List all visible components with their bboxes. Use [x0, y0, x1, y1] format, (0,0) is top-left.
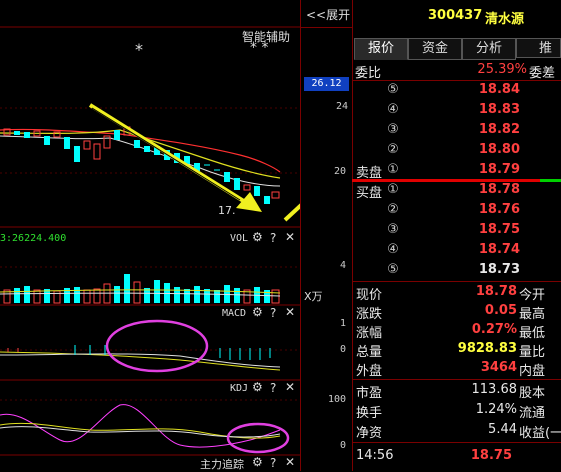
vol-title: VOL — [230, 233, 249, 244]
macd-close-icon[interactable]: ✕ — [285, 305, 295, 319]
sell-price-4[interactable]: 18.83 — [452, 102, 520, 117]
star-marker-single: * — [135, 40, 143, 59]
sell-price-3[interactable]: 18.82 — [452, 122, 520, 137]
sell-level-4: ④ — [387, 102, 399, 117]
vol-value: 3:26224.400 — [0, 233, 67, 244]
tab-analysis[interactable]: 分析 — [462, 38, 516, 60]
axis-kdj-0: 0 — [340, 440, 347, 451]
stat-nav-label: 净资 — [356, 426, 383, 441]
stat-volratio-label: 量比 — [519, 345, 546, 360]
stat-low-label: 最低 — [519, 326, 546, 341]
stat-outer-label: 外盘 — [356, 364, 383, 379]
stat-pct-value: 0.27% — [471, 322, 517, 337]
star-marker-double: * * — [250, 40, 269, 56]
stock-code: 300437 — [428, 8, 483, 23]
axis-tick-20: 20 — [334, 166, 347, 177]
stat-volume-value: 9828.83 — [457, 341, 517, 356]
tick-time: 14:56 — [356, 448, 394, 463]
kdj-help-icon[interactable]: ? — [270, 381, 276, 395]
buy-level-4: ④ — [387, 242, 399, 257]
quote-panel: 300437 清水源 报价 资金 分析 推 委比 25.39% 委差 ⑤ 18.… — [352, 0, 561, 471]
stat-volume-label: 总量 — [356, 345, 383, 360]
buy-price-1[interactable]: 18.78 — [452, 182, 520, 197]
stat-turnover-label: 换手 — [356, 406, 383, 421]
vol-gear-icon[interactable]: ⚙ — [252, 230, 263, 244]
stat-change-value: 0.05 — [484, 303, 517, 318]
kdj-title: KDJ — [230, 383, 249, 394]
kdj-gear-icon[interactable]: ⚙ — [252, 380, 263, 394]
main-force-title: 主力追踪 — [200, 458, 244, 471]
stat-inner-label: 内盘 — [519, 364, 546, 379]
sell-level-5: ⑤ — [387, 82, 399, 97]
stat-pe-label: 市盈 — [356, 386, 383, 401]
kline-chart-area[interactable]: 智能辅助 * * * 17. 3:26224.400 VOL ⚙ ? ✕ MAC… — [0, 0, 300, 471]
stat-current-label: 现价 — [356, 288, 383, 303]
sell-level-2: ② — [387, 142, 399, 157]
buy-price-2[interactable]: 18.76 — [452, 202, 520, 217]
stat-open-label: 今开 — [519, 288, 546, 303]
axis-macd-1: 1 — [340, 318, 347, 329]
axis-current-price: 26.12 — [304, 77, 349, 91]
stock-name: 清水源 — [485, 12, 525, 27]
bid-ask-ratio-bar-green — [540, 179, 561, 182]
main-force-help-icon[interactable]: ? — [270, 456, 276, 470]
stat-shares-label: 股本 — [519, 386, 546, 401]
stat-pe-value: 113.68 — [471, 382, 518, 397]
macd-lines — [0, 345, 281, 371]
stat-change-label: 涨跌 — [356, 307, 383, 322]
buy-price-3[interactable]: 18.75 — [452, 222, 520, 237]
stat-outer-value: 3464 — [480, 360, 517, 375]
kdj-lines — [0, 404, 281, 448]
axis-kdj-100: 100 — [328, 394, 347, 405]
buy-price-5[interactable]: 18.73 — [452, 262, 520, 277]
vol-close-icon[interactable]: ✕ — [285, 230, 295, 244]
buy-price-4[interactable]: 18.74 — [452, 242, 520, 257]
sell-price-1[interactable]: 18.79 — [452, 162, 520, 177]
price-axis: <<展开 26.12 24 20 4 X万 1 0 100 0 — [300, 0, 352, 471]
macd-help-icon[interactable]: ? — [270, 306, 276, 320]
webi-label: 委比 — [355, 66, 382, 81]
stat-float-label: 流通 — [519, 406, 546, 421]
buy-label: 买盘 — [356, 186, 383, 201]
sell-level-3: ③ — [387, 122, 399, 137]
down-arrow-annotation — [88, 103, 262, 212]
up-arrow-annotation — [283, 203, 300, 222]
sell-price-5[interactable]: 18.84 — [452, 82, 520, 97]
buy-level-3: ③ — [387, 222, 399, 237]
buy-level-2: ② — [387, 202, 399, 217]
axis-vol-tick: 4 — [340, 260, 347, 271]
stat-pct-label: 涨幅 — [356, 326, 383, 341]
tab-quote[interactable]: 报价 — [354, 38, 408, 60]
low-price-label: 17. — [218, 204, 236, 217]
volume-bars — [0, 274, 281, 304]
main-force-gear-icon[interactable]: ⚙ — [252, 455, 263, 469]
sell-price-2[interactable]: 18.80 — [452, 142, 520, 157]
webi-value: 25.39% — [477, 62, 527, 77]
axis-tick-24: 24 — [336, 101, 349, 112]
tab-more[interactable]: 推 — [516, 38, 561, 58]
axis-vol-unit: X万 — [304, 290, 323, 303]
kdj-close-icon[interactable]: ✕ — [285, 380, 295, 394]
stat-high-label: 最高 — [519, 307, 546, 322]
vol-help-icon[interactable]: ? — [270, 231, 276, 245]
macd-title: MACD — [222, 308, 247, 319]
macd-annotation-ellipse — [105, 319, 209, 373]
buy-level-5: ⑤ — [387, 262, 399, 277]
stat-turnover-value: 1.24% — [475, 402, 517, 417]
tab-funds[interactable]: 资金 — [408, 38, 462, 60]
axis-macd-0: 0 — [340, 344, 347, 355]
stat-eps-label: 收益(一) — [519, 426, 561, 441]
sell-level-1: ① — [387, 162, 399, 177]
stat-nav-value: 5.44 — [488, 422, 517, 437]
macd-gear-icon[interactable]: ⚙ — [252, 305, 263, 319]
tick-price: 18.75 — [470, 448, 512, 463]
expand-button[interactable]: <<展开 — [306, 6, 350, 23]
webi-diff-label: 委差 — [529, 66, 556, 81]
main-force-close-icon[interactable]: ✕ — [285, 455, 295, 469]
buy-level-1: ① — [387, 182, 399, 197]
stat-current-value: 18.78 — [475, 284, 517, 299]
